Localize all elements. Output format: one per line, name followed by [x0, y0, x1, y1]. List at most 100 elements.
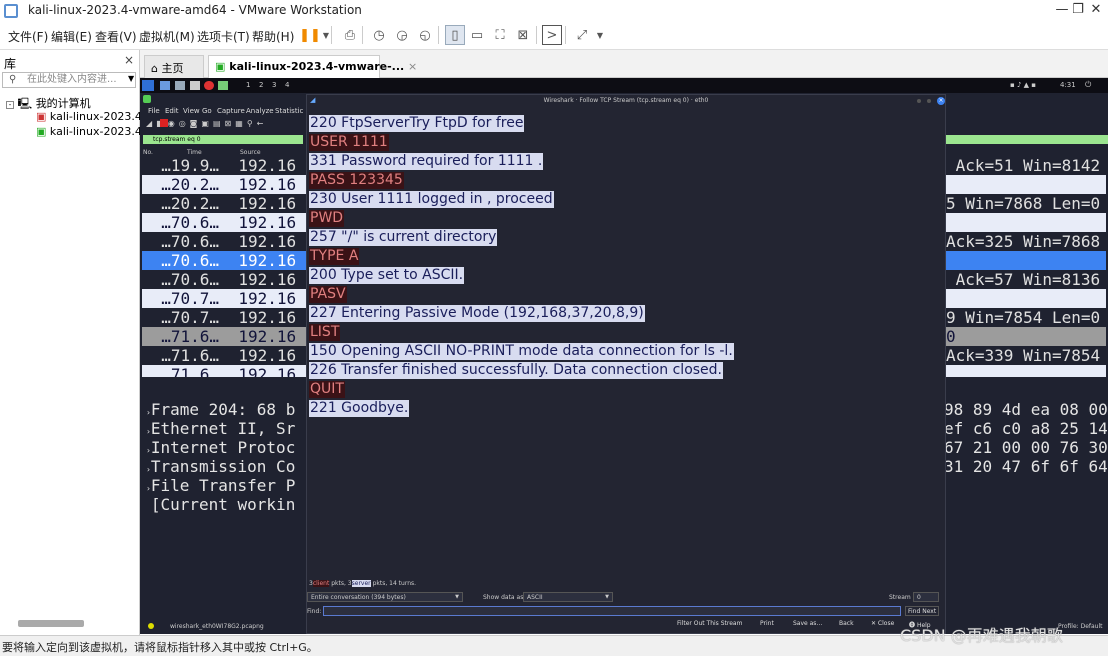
chevron-down-icon[interactable]: ▼ [590, 25, 610, 45]
menu-tabs[interactable]: 选项卡(T) [197, 28, 250, 45]
display-filter-input-right[interactable] [946, 135, 1108, 144]
chevron-down-icon[interactable]: ▼ [128, 74, 134, 83]
conversation-value: Entire conversation (394 bytes) [311, 594, 406, 601]
stream-line-client: PWD [309, 210, 345, 227]
print-button[interactable]: Print [760, 620, 774, 627]
browser-icon[interactable] [204, 81, 214, 90]
library-scrollbar[interactable] [18, 620, 84, 627]
ws-menu-go[interactable]: Go [202, 107, 212, 115]
library-header: 库 [4, 57, 17, 71]
ws-menu-capture[interactable]: Capture [217, 107, 245, 115]
menu-help[interactable]: 帮助(H) [252, 28, 294, 45]
close-window-button[interactable]: ✕ [1084, 2, 1108, 17]
vm-screen[interactable]: 1 2 3 4 ▪ ♪ ▲ ▪ 4:31 ⏻ File Edit View Go… [140, 78, 1108, 634]
detail-line[interactable]: Transmission Co [151, 457, 296, 476]
dialog-maximize-icon[interactable] [927, 99, 931, 103]
toolbar-separator [438, 26, 439, 44]
search-icon: ⚲ [9, 74, 17, 85]
find-label: Find: [307, 608, 322, 615]
save-as-button[interactable]: Save as… [793, 620, 822, 627]
fullscreen-icon[interactable]: ⛶ [490, 25, 510, 45]
follow-tcp-stream-dialog: Wireshark · Follow TCP Stream (tcp.strea… [306, 94, 946, 634]
editor-icon[interactable] [190, 81, 200, 90]
menu-edit[interactable]: 编辑(E) [51, 28, 92, 45]
console-icon[interactable]: > [542, 25, 562, 45]
workspace-2[interactable]: 2 [259, 81, 263, 89]
snapshot-icon[interactable]: ◷ [369, 25, 389, 45]
detail-line[interactable]: Ethernet II, Sr [151, 419, 296, 438]
back-button[interactable]: Back [839, 620, 854, 627]
conversation-select[interactable]: Entire conversation (394 bytes) ▼ [307, 592, 463, 602]
tree-vm-item[interactable]: ▣ kali-linux-2023.4- [36, 110, 146, 123]
stream-content[interactable]: 220 FtpServerTry FtpD for free USER 1111… [307, 115, 937, 417]
dialog-close-icon[interactable]: × [937, 97, 945, 105]
tab-home[interactable]: ⌂ 主页 [144, 55, 204, 78]
stream-line-client: PASS 123345 [309, 172, 404, 189]
packet-left: …20.2… 192.16 [142, 175, 297, 194]
detail-line[interactable]: Frame 204: 68 b [151, 400, 296, 419]
wireshark-launcher-icon[interactable] [218, 81, 228, 90]
chevron-down-icon[interactable]: ▼ [316, 25, 336, 45]
show-data-select[interactable]: ASCII ▼ [523, 592, 613, 602]
profile-label[interactable]: Profile: Default [1058, 623, 1103, 630]
packet-left: …71.6… 192.16 [142, 365, 297, 377]
kali-menu-icon[interactable] [142, 80, 154, 91]
stream-line-server: 230 User 1111 logged in , proceed [309, 191, 554, 208]
thumbnail-view-icon[interactable]: ▭ [467, 25, 487, 45]
unity-icon[interactable]: ⊠ [513, 25, 533, 45]
send-keys-icon[interactable]: ⎙ [340, 25, 360, 45]
find-input[interactable] [323, 606, 901, 616]
tree-vm-item[interactable]: ▣ kali-linux-2023.4- [36, 125, 146, 138]
menu-vm[interactable]: 虚拟机(M) [139, 28, 195, 45]
close-library-button[interactable]: × [124, 53, 134, 67]
menu-view[interactable]: 查看(V) [95, 28, 137, 45]
stream-spinbox[interactable]: 0 [913, 592, 939, 602]
col-no[interactable]: No. [143, 149, 153, 156]
snapshot-manager-icon[interactable]: ◵ [415, 25, 435, 45]
workspace-1[interactable]: 1 [246, 81, 250, 89]
stream-line-client: LIST [309, 324, 341, 341]
stream-line-server: 227 Entering Passive Mode (192,168,37,20… [309, 305, 645, 322]
packet-left: …70.6… 192.16 [142, 232, 297, 251]
packet-left: …19.9… 192.16 [142, 156, 297, 175]
hex-line: 98 89 4d ea 08 00 [944, 400, 1108, 419]
revert-snapshot-icon[interactable]: ◶ [392, 25, 412, 45]
packet-info: 0 [946, 327, 956, 346]
toolbar-separator [536, 26, 537, 44]
detail-line[interactable]: File Transfer P [151, 476, 296, 495]
tab-vm[interactable]: ▣ kali-linux-2023.4-vmware-... × [208, 55, 417, 78]
col-time[interactable]: Time [187, 149, 202, 156]
close-tab-button[interactable]: × [408, 60, 417, 73]
close-button[interactable]: ✕ Close [871, 620, 894, 627]
detail-line[interactable]: Internet Protoc [151, 438, 296, 457]
terminal-icon[interactable] [175, 81, 185, 90]
display-filter-input[interactable]: tcp.stream eq 0 [143, 135, 303, 144]
packet-info: Ack=51 Win=8142 [946, 156, 1101, 175]
tab-label: 主页 [161, 62, 184, 75]
tree-label: kali-linux-2023.4- [49, 110, 146, 123]
dialog-minimize-icon[interactable] [917, 99, 921, 103]
menu-file[interactable]: 文件(F) [8, 28, 48, 45]
files-icon[interactable] [160, 81, 170, 90]
filter-out-button[interactable]: Filter Out This Stream [677, 620, 742, 627]
ws-menu-view[interactable]: View [183, 107, 200, 115]
stretch-icon[interactable]: ⤢ [572, 25, 592, 45]
tree-label: 我的计算机 [35, 97, 91, 110]
stop-capture-icon[interactable] [160, 119, 168, 127]
ws-menu-statistics[interactable]: Statistic [275, 107, 303, 115]
library-view-icon[interactable]: ▯ [445, 25, 465, 45]
detail-line[interactable]: [Current workin [151, 495, 296, 514]
hex-line: 31 20 47 6f 6f 64 [944, 457, 1108, 476]
ws-menu-analyze[interactable]: Analyze [246, 107, 274, 115]
ws-menu-file[interactable]: File [148, 107, 160, 115]
capture-file-name: wireshark_eth0WI78G2.pcapng [170, 623, 264, 630]
workspace-3[interactable]: 3 [272, 81, 276, 89]
packet-left: …70.6… 192.16 [142, 270, 297, 289]
col-source[interactable]: Source [240, 149, 261, 156]
ws-menu-edit[interactable]: Edit [165, 107, 179, 115]
find-next-button[interactable]: Find Next [905, 606, 940, 616]
collapse-icon[interactable]: - [6, 101, 14, 109]
power-icon[interactable]: ⏻ [1085, 80, 1091, 90]
workspace-4[interactable]: 4 [285, 81, 289, 89]
library-search-input[interactable]: ⚲ 在此处键入内容进... [2, 72, 136, 88]
